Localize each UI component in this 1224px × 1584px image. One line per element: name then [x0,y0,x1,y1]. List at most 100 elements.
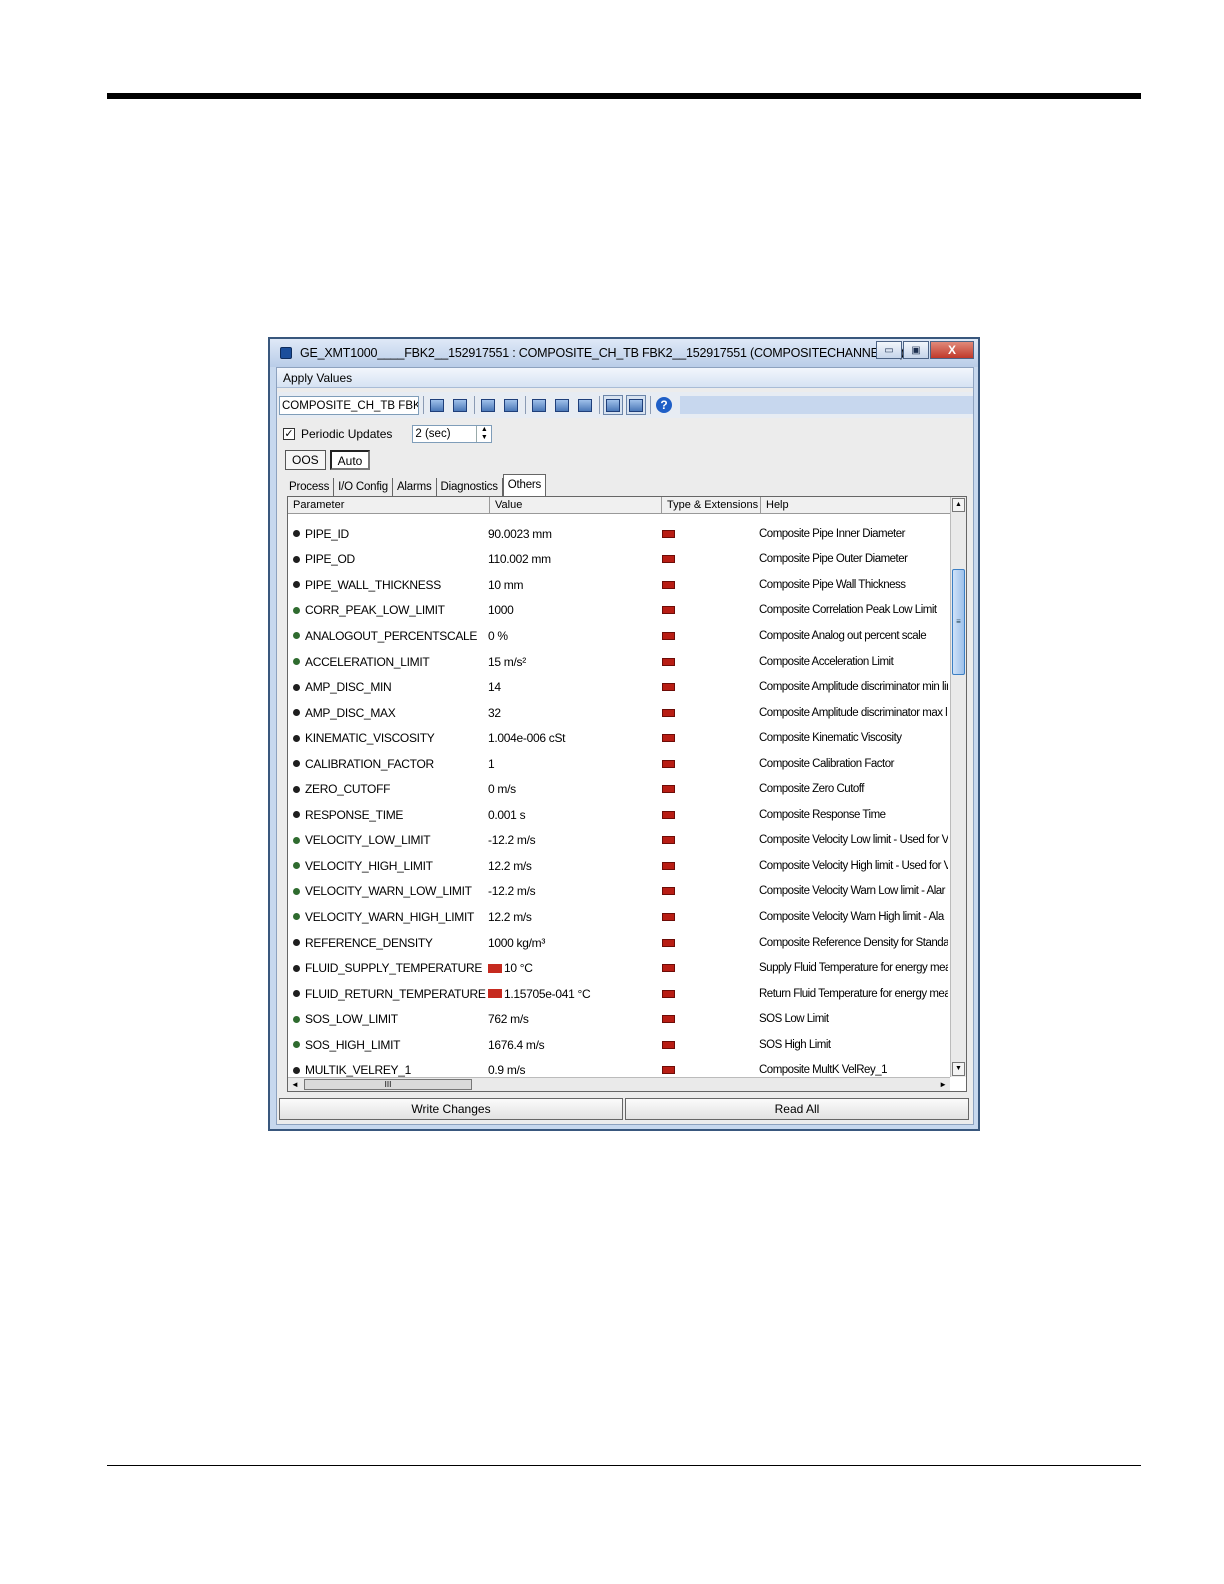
type-extension-icon[interactable] [662,836,675,845]
column-header-parameter[interactable]: Parameter [288,497,490,513]
table-row[interactable]: FLUID_SUPPLY_TEMPERATURE 10 °C Supply Flui… [288,955,950,981]
title-bar[interactable]: GE_XMT1000____FBK2__152917551 : COMPOSIT… [270,339,978,367]
list-view-button[interactable] [603,395,623,415]
table-row[interactable]: RESPONSE_TIME 0.001 s Composite Response T… [288,802,950,828]
device-button[interactable] [478,395,498,415]
value-cell[interactable]: 90.0023 mm [488,527,660,541]
scroll-down-button[interactable]: ▼ [952,1062,965,1076]
type-extension-icon[interactable] [662,1015,675,1024]
table-row[interactable]: AMP_DISC_MAX 32 Composite Amplitude discri… [288,700,950,726]
type-extension-icon[interactable] [662,734,675,743]
table-row[interactable]: VELOCITY_WARN_LOW_LIMIT -12.2 m/s Composit… [288,879,950,905]
value-cell[interactable]: 0.001 s [488,808,660,822]
transfer-button[interactable] [552,395,572,415]
type-extension-icon[interactable] [662,785,675,794]
spinner-arrows-icon[interactable]: ▲ ▼ [476,426,491,442]
type-extension-icon[interactable] [662,938,675,947]
table-row[interactable]: CALIBRATION_FACTOR 1 Composite Calibration… [288,751,950,777]
type-extension-icon[interactable] [662,606,675,615]
table-row[interactable]: ANALOGOUT_PERCENTSCALE 0 % Composite Analo… [288,623,950,649]
refresh-button[interactable] [450,395,470,415]
update-interval-spinner[interactable]: 2 (sec) ▲ ▼ [412,425,493,443]
settings-button[interactable] [575,395,595,415]
horizontal-scroll-thumb[interactable]: III [304,1079,472,1090]
type-extension-icon[interactable] [662,580,675,589]
type-extension-icon[interactable] [662,861,675,870]
table-row[interactable]: ACCELERATION_LIMIT 15 m/s² Composite Accel… [288,649,950,675]
minimize-button[interactable]: ▭ [876,341,902,359]
column-header-help[interactable]: Help [761,497,950,513]
value-cell[interactable]: 0 m/s [488,782,660,796]
periodic-updates-checkbox[interactable]: ✓ [283,428,295,440]
scroll-up-button[interactable]: ▲ [952,498,965,512]
type-extension-icon[interactable] [662,708,675,717]
value-cell[interactable]: 1.15705e-041 °C [488,987,660,1001]
device-select[interactable]: COMPOSITE_CH_TB FBK2_ [279,395,419,415]
value-cell[interactable]: 0 % [488,629,660,643]
type-extension-icon[interactable] [662,631,675,640]
table-view-button[interactable] [626,395,646,415]
table-row[interactable]: PIPE_ID 90.0023 mm Composite Pipe Inner Di… [288,521,950,547]
value-cell[interactable]: 12.2 m/s [488,859,660,873]
vertical-scrollbar[interactable]: ▲ ≡ ▼ [950,497,966,1077]
value-cell[interactable]: 10 mm [488,578,660,592]
table-row[interactable]: FLUID_RETURN_TEMPERATURE 1.15705e-041 °C R… [288,981,950,1007]
tab-process[interactable]: Process [285,478,335,496]
table-row[interactable]: VELOCITY_HIGH_LIMIT 12.2 m/s Composite Vel… [288,853,950,879]
table-row[interactable]: REFERENCE_DENSITY 1000 kg/m³ Composite Ref… [288,930,950,956]
apply-values-menu[interactable]: Apply Values [283,371,352,385]
value-cell[interactable]: 32 [488,706,660,720]
scroll-left-button[interactable]: ◄ [291,1078,299,1091]
tab-diagnostics[interactable]: Diagnostics [436,478,503,496]
tab-alarms[interactable]: Alarms [392,478,437,496]
value-cell[interactable]: 10 °C [488,961,660,975]
type-extension-icon[interactable] [662,529,675,538]
type-extension-icon[interactable] [662,657,675,666]
type-extension-icon[interactable] [662,759,675,768]
tab-others[interactable]: Others [502,474,547,496]
horizontal-scrollbar[interactable]: ◄ III ► [288,1077,950,1091]
table-row[interactable]: SOS_HIGH_LIMIT 1676.4 m/s SOS High Limit [288,1032,950,1058]
table-row[interactable]: VELOCITY_WARN_HIGH_LIMIT 12.2 m/s Composit… [288,904,950,930]
edit-button[interactable] [427,395,447,415]
table-row[interactable]: ZERO_CUTOFF 0 m/s Composite Zero Cutoff [288,776,950,802]
scroll-right-button[interactable]: ► [939,1078,947,1091]
help-button[interactable]: ? [654,395,674,415]
table-row[interactable]: PIPE_WALL_THICKNESS 10 mm Composite Pipe W… [288,572,950,598]
table-row[interactable]: AMP_DISC_MIN 14 Composite Amplitude discri… [288,674,950,700]
type-extension-icon[interactable] [662,887,675,896]
auto-mode-button[interactable]: Auto [329,450,371,470]
table-row[interactable]: PIPE_OD 110.002 mm Composite Pipe Outer Di… [288,547,950,573]
type-extension-icon[interactable] [662,912,675,921]
value-cell[interactable]: 14 [488,680,660,694]
value-cell[interactable]: 0.9 m/s [488,1063,660,1077]
write-changes-button[interactable]: Write Changes [279,1098,623,1120]
value-cell[interactable]: 110.002 mm [488,552,660,566]
type-extension-icon[interactable] [662,989,675,998]
type-extension-icon[interactable] [662,1066,675,1075]
value-cell[interactable]: 15 m/s² [488,655,660,669]
type-extension-icon[interactable] [662,964,675,973]
column-header-type[interactable]: Type & Extensions [662,497,761,513]
close-button[interactable]: X [930,341,974,359]
type-extension-icon[interactable] [662,810,675,819]
oos-mode-button[interactable]: OOS [285,450,326,470]
value-cell[interactable]: 1000 [488,603,660,617]
table-row[interactable]: KINEMATIC_VISCOSITY 1.004e-006 cSt Composi… [288,725,950,751]
value-cell[interactable]: 1.004e-006 cSt [488,731,660,745]
compare-button[interactable] [501,395,521,415]
value-cell[interactable]: 12.2 m/s [488,910,660,924]
value-cell[interactable]: 1000 kg/m³ [488,936,660,950]
value-cell[interactable]: -12.2 m/s [488,833,660,847]
value-cell[interactable]: 1 [488,757,660,771]
value-cell[interactable]: 762 m/s [488,1012,660,1026]
column-header-value[interactable]: Value [490,497,662,513]
maximize-button[interactable]: ▣ [903,341,929,359]
table-row[interactable]: SOS_LOW_LIMIT 762 m/s SOS Low Limit [288,1006,950,1032]
type-extension-icon[interactable] [662,683,675,692]
table-row[interactable]: VELOCITY_LOW_LIMIT -12.2 m/s Composite Vel… [288,828,950,854]
table-row[interactable]: CORR_PEAK_LOW_LIMIT 1000 Composite Correla… [288,598,950,624]
vertical-scroll-thumb[interactable]: ≡ [952,569,965,675]
upload-button[interactable] [529,395,549,415]
tab-io-config[interactable]: I/O Config [334,478,393,496]
